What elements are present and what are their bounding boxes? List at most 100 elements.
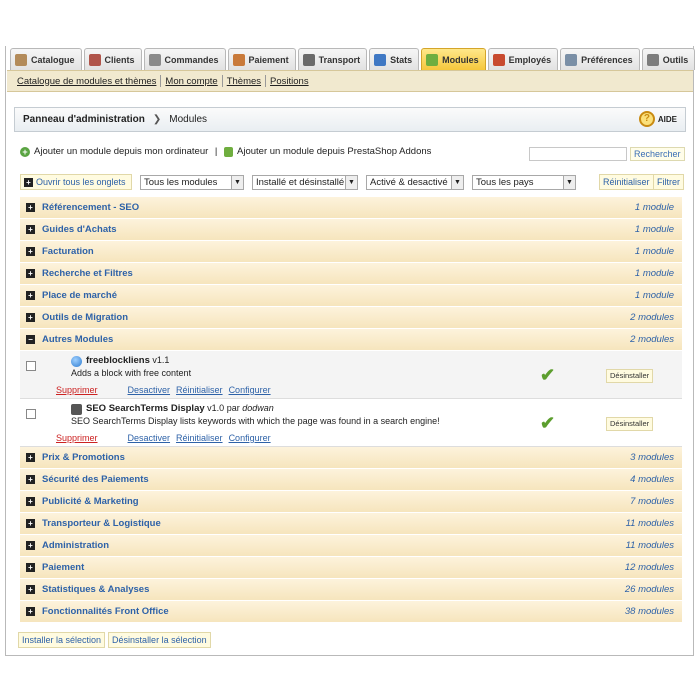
installed-check-icon: ✔ [540,413,556,433]
breadcrumb-root[interactable]: Panneau d'administration [23,114,145,125]
category-count: 1 module [634,224,674,235]
money-icon [232,53,245,66]
tab-employes[interactable]: Employés [487,48,559,70]
category-row[interactable]: + Outils de Migration 2 modules [20,307,682,329]
employee-icon [492,53,505,66]
category-row[interactable]: + Référencement - SEO 1 module [20,197,682,219]
category-name: Administration [42,540,110,551]
reset-link[interactable]: Réinitialiser [176,433,223,443]
reset-link[interactable]: Réinitialiser [176,385,223,395]
chevron-down-icon: ▼ [451,176,463,189]
category-count: 11 modules [625,518,674,529]
search-input[interactable] [529,147,627,161]
breadcrumb: Panneau d'administration ❯ Modules ? AID… [14,107,686,132]
minus-icon: − [26,335,35,344]
category-name: Transporteur & Logistique [42,518,161,529]
tab-commandes[interactable]: Commandes [143,48,226,70]
category-name: Place de marché [42,290,117,301]
category-name: Statistiques & Analyses [42,584,150,595]
help-icon: ? [638,111,655,127]
configure-link[interactable]: Configurer [229,433,271,443]
tab-modules[interactable]: Modules [421,48,486,70]
tab-outils[interactable]: Outils [641,48,696,70]
module-checkbox[interactable] [26,361,36,371]
category-count: 12 modules [624,562,674,573]
subnav-link-positions[interactable]: Positions [266,76,313,87]
puzzle-icon [224,146,234,157]
delete-link[interactable]: Supprimer [56,385,98,395]
install-selection-button[interactable]: Installer la sélection [18,632,106,648]
category-row[interactable]: + Facturation 1 module [20,241,682,263]
chevron-down-icon: ▼ [563,176,575,189]
category-row[interactable]: + Fonctionnalités Front Office 38 modules [20,601,682,623]
delete-link[interactable]: Supprimer [56,433,98,443]
module-actions: Supprimer Desactiver Réinitialiser Confi… [56,385,277,395]
subnav-link-account[interactable]: Mon compte [161,76,221,87]
tab-clients[interactable]: Clients [83,48,142,70]
sub-navigation: Catalogue de modules et thèmes Mon compt… [7,70,693,92]
category-row[interactable]: + Administration 11 modules [20,535,682,557]
category-row[interactable]: + Paiement 12 modules [20,557,682,579]
category-count: 2 modules [630,334,674,345]
module-version: v1.0 [207,403,225,413]
category-row[interactable]: + Recherche et Filtres 1 module [20,263,682,285]
subnav-link-themes[interactable]: Thèmes [223,76,265,87]
uninstall-button[interactable]: Désinstaller [606,369,654,383]
category-count: 11 modules [625,540,674,551]
filter-button[interactable]: Filtrer [653,174,684,190]
category-row[interactable]: + Guides d'Achats 1 module [20,219,682,241]
module-type-select[interactable]: Tous les modules ▼ [140,175,244,190]
category-name: Outils de Migration [42,312,129,323]
plus-icon: + [26,203,35,212]
tab-label: Clients [104,54,135,65]
category-row[interactable]: + Sécurité des Paiements 4 modules [20,469,682,491]
install-status-select[interactable]: Installé et désinstallé ▼ [252,175,358,190]
truck-icon [302,53,315,66]
configure-link[interactable]: Configurer [229,385,271,395]
deactivate-link[interactable]: Desactiver [128,433,171,443]
add-module-addons-link[interactable]: Ajouter un module depuis PrestaShop Addo… [237,146,431,157]
module-description: SEO SearchTerms Display lists keywords w… [71,416,440,426]
tab-paiement[interactable]: Paiement [227,48,296,70]
category-row[interactable]: + Transporteur & Logistique 11 modules [20,513,682,535]
chevron-down-icon: ▼ [231,176,243,189]
subnav-link-catalogue[interactable]: Catalogue de modules et thèmes [13,76,160,87]
plus-icon: + [26,247,35,256]
category-row[interactable]: + Place de marché 1 module [20,285,682,307]
uninstall-selection-button[interactable]: Désinstaller la sélection [108,632,211,648]
tab-label: Paiement [248,54,289,65]
uninstall-button[interactable]: Désinstaller [606,417,654,431]
tab-preferences[interactable]: Préférences [560,48,640,70]
category-row[interactable]: + Publicité & Marketing 7 modules [20,491,682,513]
open-all-tabs-button[interactable]: + Ouvrir tous les onglets [20,174,132,190]
reset-filters-button[interactable]: Réinitialiser [599,174,654,190]
tab-transport[interactable]: Transport [297,48,368,70]
add-module-local-link[interactable]: Ajouter un module depuis mon ordinateur [34,146,208,157]
category-row-open[interactable]: − Autres Modules 2 modules [20,329,682,351]
deactivate-link[interactable]: Desactiver [128,385,171,395]
category-name: Prix & Promotions [42,452,125,463]
active-status-select[interactable]: Activé & desactivé ▼ [366,175,464,190]
tab-catalogue[interactable]: Catalogue [10,48,82,70]
category-row[interactable]: + Statistiques & Analyses 26 modules [20,579,682,601]
settings-icon [565,53,578,66]
tab-label: Outils [662,54,689,65]
tab-label: Transport [318,54,361,65]
module-checkbox[interactable] [26,409,36,419]
tab-label: Catalogue [31,54,75,65]
add-module-row: + Ajouter un module depuis mon ordinateu… [20,146,431,157]
tab-label: Employés [508,54,552,65]
tab-stats[interactable]: Stats [369,48,420,70]
globe-icon [71,356,82,367]
help-button[interactable]: ? AIDE [638,111,677,127]
category-count: 1 module [634,268,674,279]
separator: | [212,146,221,157]
user-icon [88,53,101,66]
seo-icon [71,404,82,415]
module-author-prefix: par [226,403,240,413]
category-row[interactable]: + Prix & Promotions 3 modules [20,447,682,469]
tab-label: Stats [390,54,413,65]
search-button[interactable]: Rechercher [630,147,685,161]
country-select[interactable]: Tous les pays ▼ [472,175,576,190]
category-count: 1 module [634,246,674,257]
